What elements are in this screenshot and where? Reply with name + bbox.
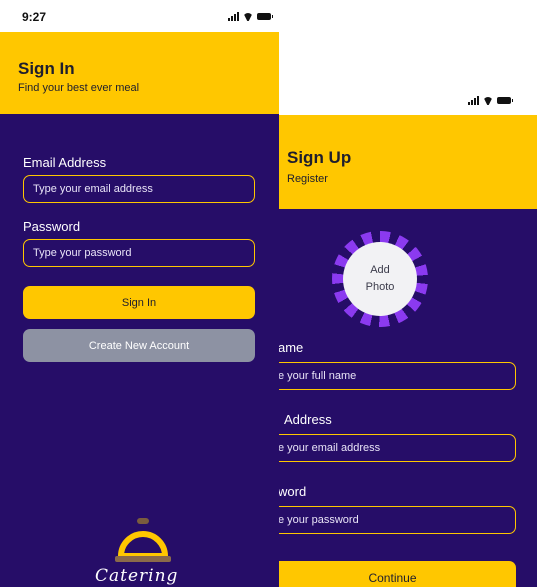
signal-icon bbox=[468, 96, 479, 105]
full-name-field[interactable]: e your full name bbox=[279, 362, 516, 390]
signin-screen: 9:27 Sign In Find your best ever meal Em… bbox=[0, 0, 279, 587]
add-photo-label-2: Photo bbox=[365, 281, 395, 293]
signup-form-area: Add Photo ame e your full name Address e… bbox=[279, 209, 537, 587]
signin-form-area: Email Address Type your email address Pa… bbox=[0, 114, 279, 587]
page-subtitle: Register bbox=[287, 173, 328, 185]
bell-logo-icon bbox=[115, 518, 171, 562]
battery-icon bbox=[497, 97, 513, 104]
add-photo-button[interactable]: Add Photo bbox=[332, 231, 428, 327]
signin-header: Sign In Find your best ever meal bbox=[0, 32, 279, 114]
create-account-button[interactable]: Create New Account bbox=[23, 329, 255, 362]
password-field[interactable]: Type your password bbox=[23, 239, 255, 267]
signup-header: Sign Up Register bbox=[279, 115, 537, 209]
email-label: Email Address bbox=[23, 155, 107, 170]
name-label: ame bbox=[279, 340, 304, 355]
email-field[interactable]: Type your email address bbox=[23, 175, 255, 203]
status-time: 9:27 bbox=[22, 10, 47, 24]
email-field[interactable]: e your email address bbox=[279, 434, 516, 462]
continue-button[interactable]: Continue bbox=[279, 561, 516, 587]
status-bar-signup bbox=[279, 87, 537, 115]
status-bar: 9:27 bbox=[0, 0, 279, 32]
page-subtitle: Find your best ever meal bbox=[18, 82, 140, 94]
email-label: Address bbox=[284, 412, 332, 427]
add-photo-placeholder: Add Photo bbox=[343, 242, 417, 316]
add-photo-label-1: Add bbox=[370, 264, 390, 276]
page-title: Sign Up bbox=[287, 148, 352, 167]
status-icons bbox=[228, 12, 273, 21]
battery-icon bbox=[257, 13, 273, 20]
password-label: word bbox=[279, 484, 307, 499]
sign-in-button[interactable]: Sign In bbox=[23, 286, 255, 319]
page-title: Sign In bbox=[18, 59, 75, 78]
wifi-icon bbox=[243, 13, 253, 21]
logo-wordmark: Catering bbox=[95, 566, 179, 586]
password-label: Password bbox=[23, 219, 81, 234]
signal-icon bbox=[228, 12, 239, 21]
password-field[interactable]: e your password bbox=[279, 506, 516, 534]
status-icons-signup bbox=[468, 96, 513, 105]
signup-screen: Sign Up Register Add Photo ame e your fu… bbox=[279, 0, 537, 587]
wifi-icon bbox=[483, 97, 493, 105]
